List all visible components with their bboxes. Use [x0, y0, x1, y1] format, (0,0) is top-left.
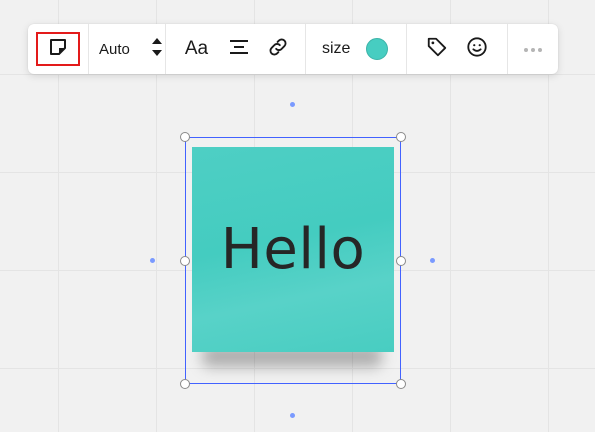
size-button[interactable]: size [322, 40, 350, 58]
emoji-button[interactable] [466, 36, 488, 63]
context-toolbar: Auto Aa size [28, 24, 558, 74]
tag-emoji-group [407, 24, 508, 74]
text-format-group: Aa [166, 24, 306, 74]
connector-dot-left[interactable] [150, 258, 155, 263]
note-type-group [28, 24, 89, 74]
link-icon [267, 36, 289, 63]
tag-button[interactable] [426, 36, 448, 63]
font-button[interactable]: Aa [183, 38, 211, 60]
sticky-note-button[interactable] [36, 32, 80, 66]
more-group [508, 24, 558, 74]
selection-frame [185, 137, 401, 384]
font-size-stepper[interactable] [150, 36, 165, 62]
more-button[interactable] [523, 40, 543, 58]
resize-handle-top-right[interactable] [396, 132, 406, 142]
link-button[interactable] [267, 36, 289, 63]
resize-handle-bottom-right[interactable] [396, 379, 406, 389]
connector-dot-bottom[interactable] [290, 413, 295, 418]
resize-handle-bottom-left[interactable] [180, 379, 190, 389]
stepper-icon [151, 36, 163, 63]
tag-icon [426, 36, 448, 63]
font-icon: Aa [184, 38, 209, 59]
emoji-icon [466, 36, 488, 63]
font-size-group: Auto [89, 24, 166, 74]
size-color-group: size [306, 24, 407, 74]
connector-dot-top[interactable] [290, 102, 295, 107]
resize-handle-middle-left[interactable] [180, 256, 190, 266]
resize-handle-middle-right[interactable] [396, 256, 406, 266]
align-center-icon [228, 38, 250, 61]
align-button[interactable] [228, 38, 250, 61]
connector-dot-right[interactable] [430, 258, 435, 263]
resize-handle-top-left[interactable] [180, 132, 190, 142]
color-swatch[interactable] [366, 38, 389, 60]
more-icon [523, 40, 543, 58]
sticky-note-icon [48, 37, 68, 62]
font-size-value[interactable]: Auto [99, 41, 142, 58]
